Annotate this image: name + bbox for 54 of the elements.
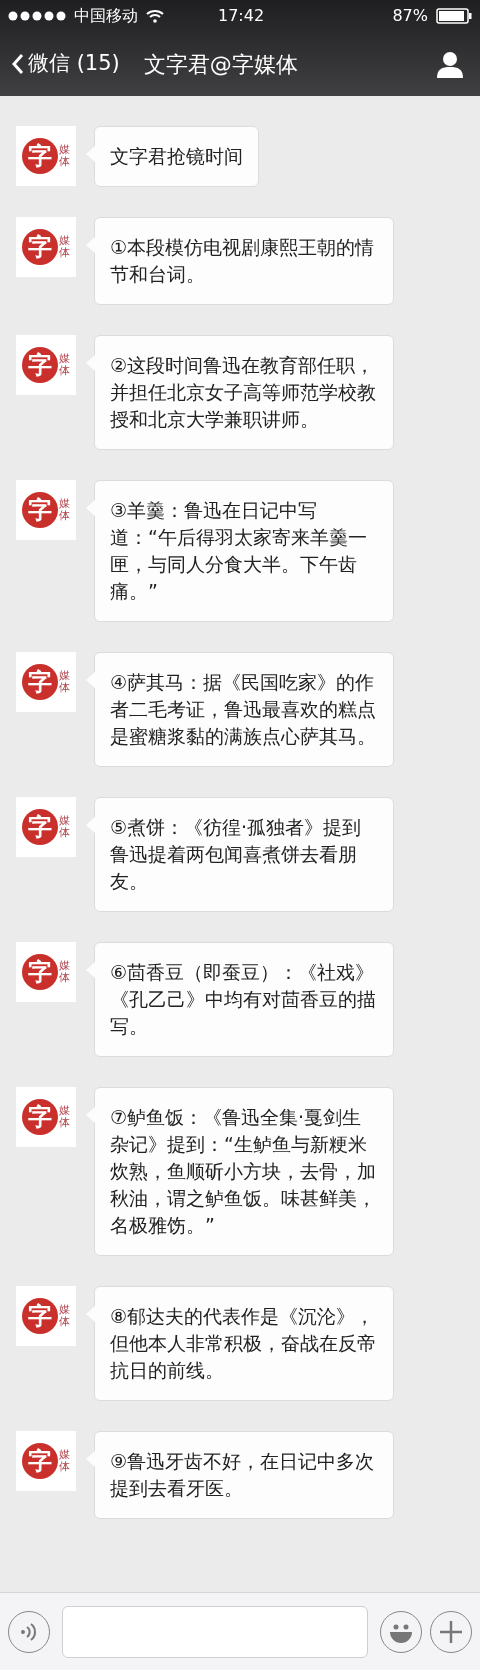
back-icon bbox=[12, 53, 24, 75]
avatar-caption: 媒体 bbox=[59, 234, 70, 260]
message-bubble: ⑦鲈鱼饭：《鲁迅全集·戛剑生杂记》提到：“生鲈鱼与新粳米炊熟，鱼顺斫小方块，去骨，加秋油，谓之鲈鱼饭。味甚鲜美，名极雅饬。” bbox=[94, 1087, 394, 1256]
battery-percent: 87% bbox=[392, 5, 428, 27]
avatar-mark: 字 bbox=[28, 670, 52, 694]
message-bubble: ④萨其马：据《民国吃家》的作者二毛考证，鲁迅最喜欢的糕点是蜜糖浆黏的满族点心萨其马。 bbox=[94, 652, 394, 767]
message-bubble: ⑨鲁迅牙齿不好，在日记中多次提到去看牙医。 bbox=[94, 1431, 394, 1519]
message-bubble: ⑥茴香豆（即蚕豆）：《社戏》《孔乙己》中均有对茴香豆的描写。 bbox=[94, 942, 394, 1057]
message-input[interactable] bbox=[62, 1605, 368, 1658]
avatar-mark: 字 bbox=[28, 1304, 52, 1328]
plus-icon bbox=[439, 1619, 463, 1644]
bubble-tail bbox=[86, 500, 95, 516]
bubble-tail bbox=[86, 146, 95, 162]
bubble-tail bbox=[86, 672, 95, 688]
profile-button[interactable] bbox=[436, 50, 464, 78]
carrier-label: 中国移动 bbox=[74, 5, 138, 27]
bubble-tail bbox=[86, 355, 95, 371]
avatar-caption: 媒体 bbox=[59, 1303, 70, 1329]
signal-icon bbox=[8, 11, 66, 21]
bubble-tail bbox=[86, 1107, 95, 1123]
avatar-caption: 媒体 bbox=[59, 497, 70, 523]
message-bubble: ⑧郁达夫的代表作是《沉沦》，但他本人非常积极，奋战在反帝抗日的前线。 bbox=[94, 1286, 394, 1401]
bubble-tail bbox=[86, 962, 95, 978]
message-bubble: ③羊羹：鲁迅在日记中写道：“午后得羽太家寄来羊羹一匣，与同人分食大半。下午齿痛。” bbox=[94, 480, 394, 622]
avatar-caption: 媒体 bbox=[59, 959, 70, 985]
avatar-mark: 字 bbox=[28, 1449, 52, 1473]
bubble-tail bbox=[86, 237, 95, 253]
battery-icon bbox=[436, 8, 472, 24]
avatar-caption: 媒体 bbox=[59, 352, 70, 378]
bubble-tail bbox=[86, 1451, 95, 1467]
person-icon bbox=[436, 50, 464, 78]
bubble-tail bbox=[86, 817, 95, 833]
clock: 17:42 bbox=[218, 5, 265, 27]
avatar-mark: 字 bbox=[28, 144, 52, 168]
avatar-caption: 媒体 bbox=[59, 814, 70, 840]
avatar-mark: 字 bbox=[28, 498, 52, 522]
chat-title: 文字君@字媒体 bbox=[143, 50, 298, 79]
avatar-mark: 字 bbox=[28, 815, 52, 839]
avatar-mark: 字 bbox=[28, 960, 52, 984]
avatar-mark: 字 bbox=[28, 235, 52, 259]
avatar-caption: 媒体 bbox=[59, 1448, 70, 1474]
avatar-caption: 媒体 bbox=[59, 669, 70, 695]
avatar-mark: 字 bbox=[28, 1105, 52, 1129]
message-bubble: 文字君抢镜时间 bbox=[94, 126, 259, 187]
message-bubble: ⑤煮饼：《彷徨·孤独者》提到鲁迅提着两包闻喜煮饼去看朋友。 bbox=[94, 797, 394, 912]
avatar-caption: 媒体 bbox=[59, 143, 70, 169]
wifi-icon bbox=[146, 9, 164, 23]
bubble-tail bbox=[86, 1306, 95, 1322]
back-button[interactable]: 微信 (15) bbox=[12, 48, 120, 80]
message-bubble: ①本段模仿电视剧康熙王朝的情节和台词。 bbox=[94, 217, 394, 305]
voice-icon bbox=[20, 1621, 38, 1642]
avatar-mark: 字 bbox=[28, 353, 52, 377]
avatar-caption: 媒体 bbox=[59, 1104, 70, 1130]
message-bubble: ②这段时间鲁迅在教育部任职，并担任北京女子高等师范学校教授和北京大学兼职讲师。 bbox=[94, 335, 394, 450]
